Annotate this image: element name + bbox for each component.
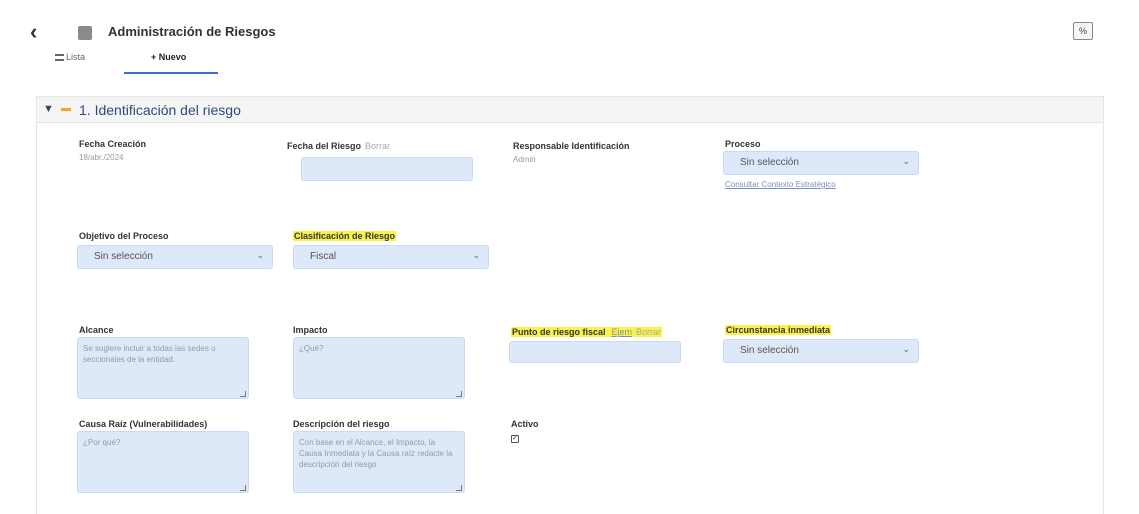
circunstancia-select[interactable]: Sin selección ⌄ <box>723 339 919 363</box>
alcance-textarea[interactable]: Se sugiere incluir a todas las sedes o s… <box>77 337 249 399</box>
section-title: 1. Identificación del riesgo <box>79 102 241 118</box>
circunstancia-label: Circunstancia inmediata <box>725 325 832 335</box>
section-panel: ▼ 1. Identificación del riesgo Fecha Cre… <box>36 96 1104 514</box>
resize-handle-icon[interactable] <box>456 391 462 397</box>
causa-raiz-placeholder: ¿Por qué? <box>83 438 121 447</box>
clasificacion-select[interactable]: Fiscal ⌄ <box>293 245 489 269</box>
tab-nuevo[interactable]: + Nuevo <box>151 52 186 62</box>
objetivo-select-value: Sin selección <box>94 251 153 262</box>
tab-nuevo-label: Nuevo <box>158 52 187 62</box>
caret-down-icon[interactable]: ▼ <box>43 103 54 115</box>
punto-riesgo-input[interactable] <box>509 341 681 363</box>
list-icon <box>55 54 64 62</box>
chevron-down-icon: ⌄ <box>902 156 910 166</box>
objetivo-label: Objetivo del Proceso <box>79 231 169 241</box>
minus-icon <box>61 108 71 111</box>
section-header[interactable]: ▼ 1. Identificación del riesgo <box>37 97 1103 123</box>
tab-lista[interactable]: Lista <box>55 52 85 62</box>
ejem-link[interactable]: Ejem <box>612 327 633 337</box>
chevron-down-icon: ⌄ <box>472 250 480 260</box>
resize-handle-icon[interactable] <box>240 485 246 491</box>
descripcion-placeholder: Con base en el Alcance, el Impacto, la C… <box>299 438 453 469</box>
impacto-placeholder: ¿Qué? <box>299 344 324 353</box>
circunstancia-select-value: Sin selección <box>740 345 799 356</box>
top-bar: ‹ Administración de Riesgos % Lista + Nu… <box>0 0 1139 80</box>
plus-icon: + <box>151 52 159 62</box>
fecha-creacion-value: 18/abr./2024 <box>79 153 124 162</box>
punto-riesgo-label: Punto de riesgo fiscal Ejem Borrar <box>511 327 663 337</box>
activo-label: Activo <box>511 419 539 429</box>
top-right-button[interactable]: % <box>1073 22 1093 40</box>
tab-lista-label: Lista <box>66 52 86 62</box>
borrar-link[interactable]: Borrar <box>636 327 661 337</box>
causa-raiz-textarea[interactable]: ¿Por qué? <box>77 431 249 493</box>
borrar-link[interactable]: Borrar <box>365 141 390 151</box>
page-title: Administración de Riesgos <box>108 24 276 39</box>
fecha-riesgo-input[interactable] <box>301 157 473 181</box>
consultar-contexto-link[interactable]: Consultar Contexto Estratégico <box>725 180 836 189</box>
objetivo-select[interactable]: Sin selección ⌄ <box>77 245 273 269</box>
chevron-down-icon: ⌄ <box>902 344 910 354</box>
descripcion-label: Descripción del riesgo <box>293 419 390 429</box>
resize-handle-icon[interactable] <box>456 485 462 491</box>
clasificacion-select-value: Fiscal <box>310 251 337 262</box>
fecha-creacion-label: Fecha Creación <box>79 139 147 149</box>
impacto-label: Impacto <box>293 325 328 335</box>
fecha-riesgo-label: Fecha del Riesgo Borrar <box>287 141 391 151</box>
resize-handle-icon[interactable] <box>240 391 246 397</box>
alcance-label: Alcance <box>79 325 114 335</box>
responsable-value: Admin <box>513 155 536 164</box>
descripcion-textarea[interactable]: Con base en el Alcance, el Impacto, la C… <box>293 431 465 493</box>
causa-raiz-label: Causa Raíz (Vulnerabilidades) <box>79 419 208 429</box>
proceso-select[interactable]: Sin selección ⌄ <box>723 151 919 175</box>
activo-checkbox[interactable]: ✓ <box>511 435 519 443</box>
proceso-select-value: Sin selección <box>740 157 799 168</box>
active-tab-underline <box>124 72 218 74</box>
clasificacion-label: Clasificación de Riesgo <box>293 231 397 241</box>
module-icon <box>78 26 92 40</box>
chevron-down-icon: ⌄ <box>256 250 264 260</box>
alcance-placeholder: Se sugiere incluir a todas las sedes o s… <box>83 344 216 364</box>
proceso-label: Proceso <box>725 139 761 149</box>
impacto-textarea[interactable]: ¿Qué? <box>293 337 465 399</box>
back-chevron-icon[interactable]: ‹ <box>30 20 50 44</box>
responsable-label: Responsable Identificación <box>513 141 630 151</box>
